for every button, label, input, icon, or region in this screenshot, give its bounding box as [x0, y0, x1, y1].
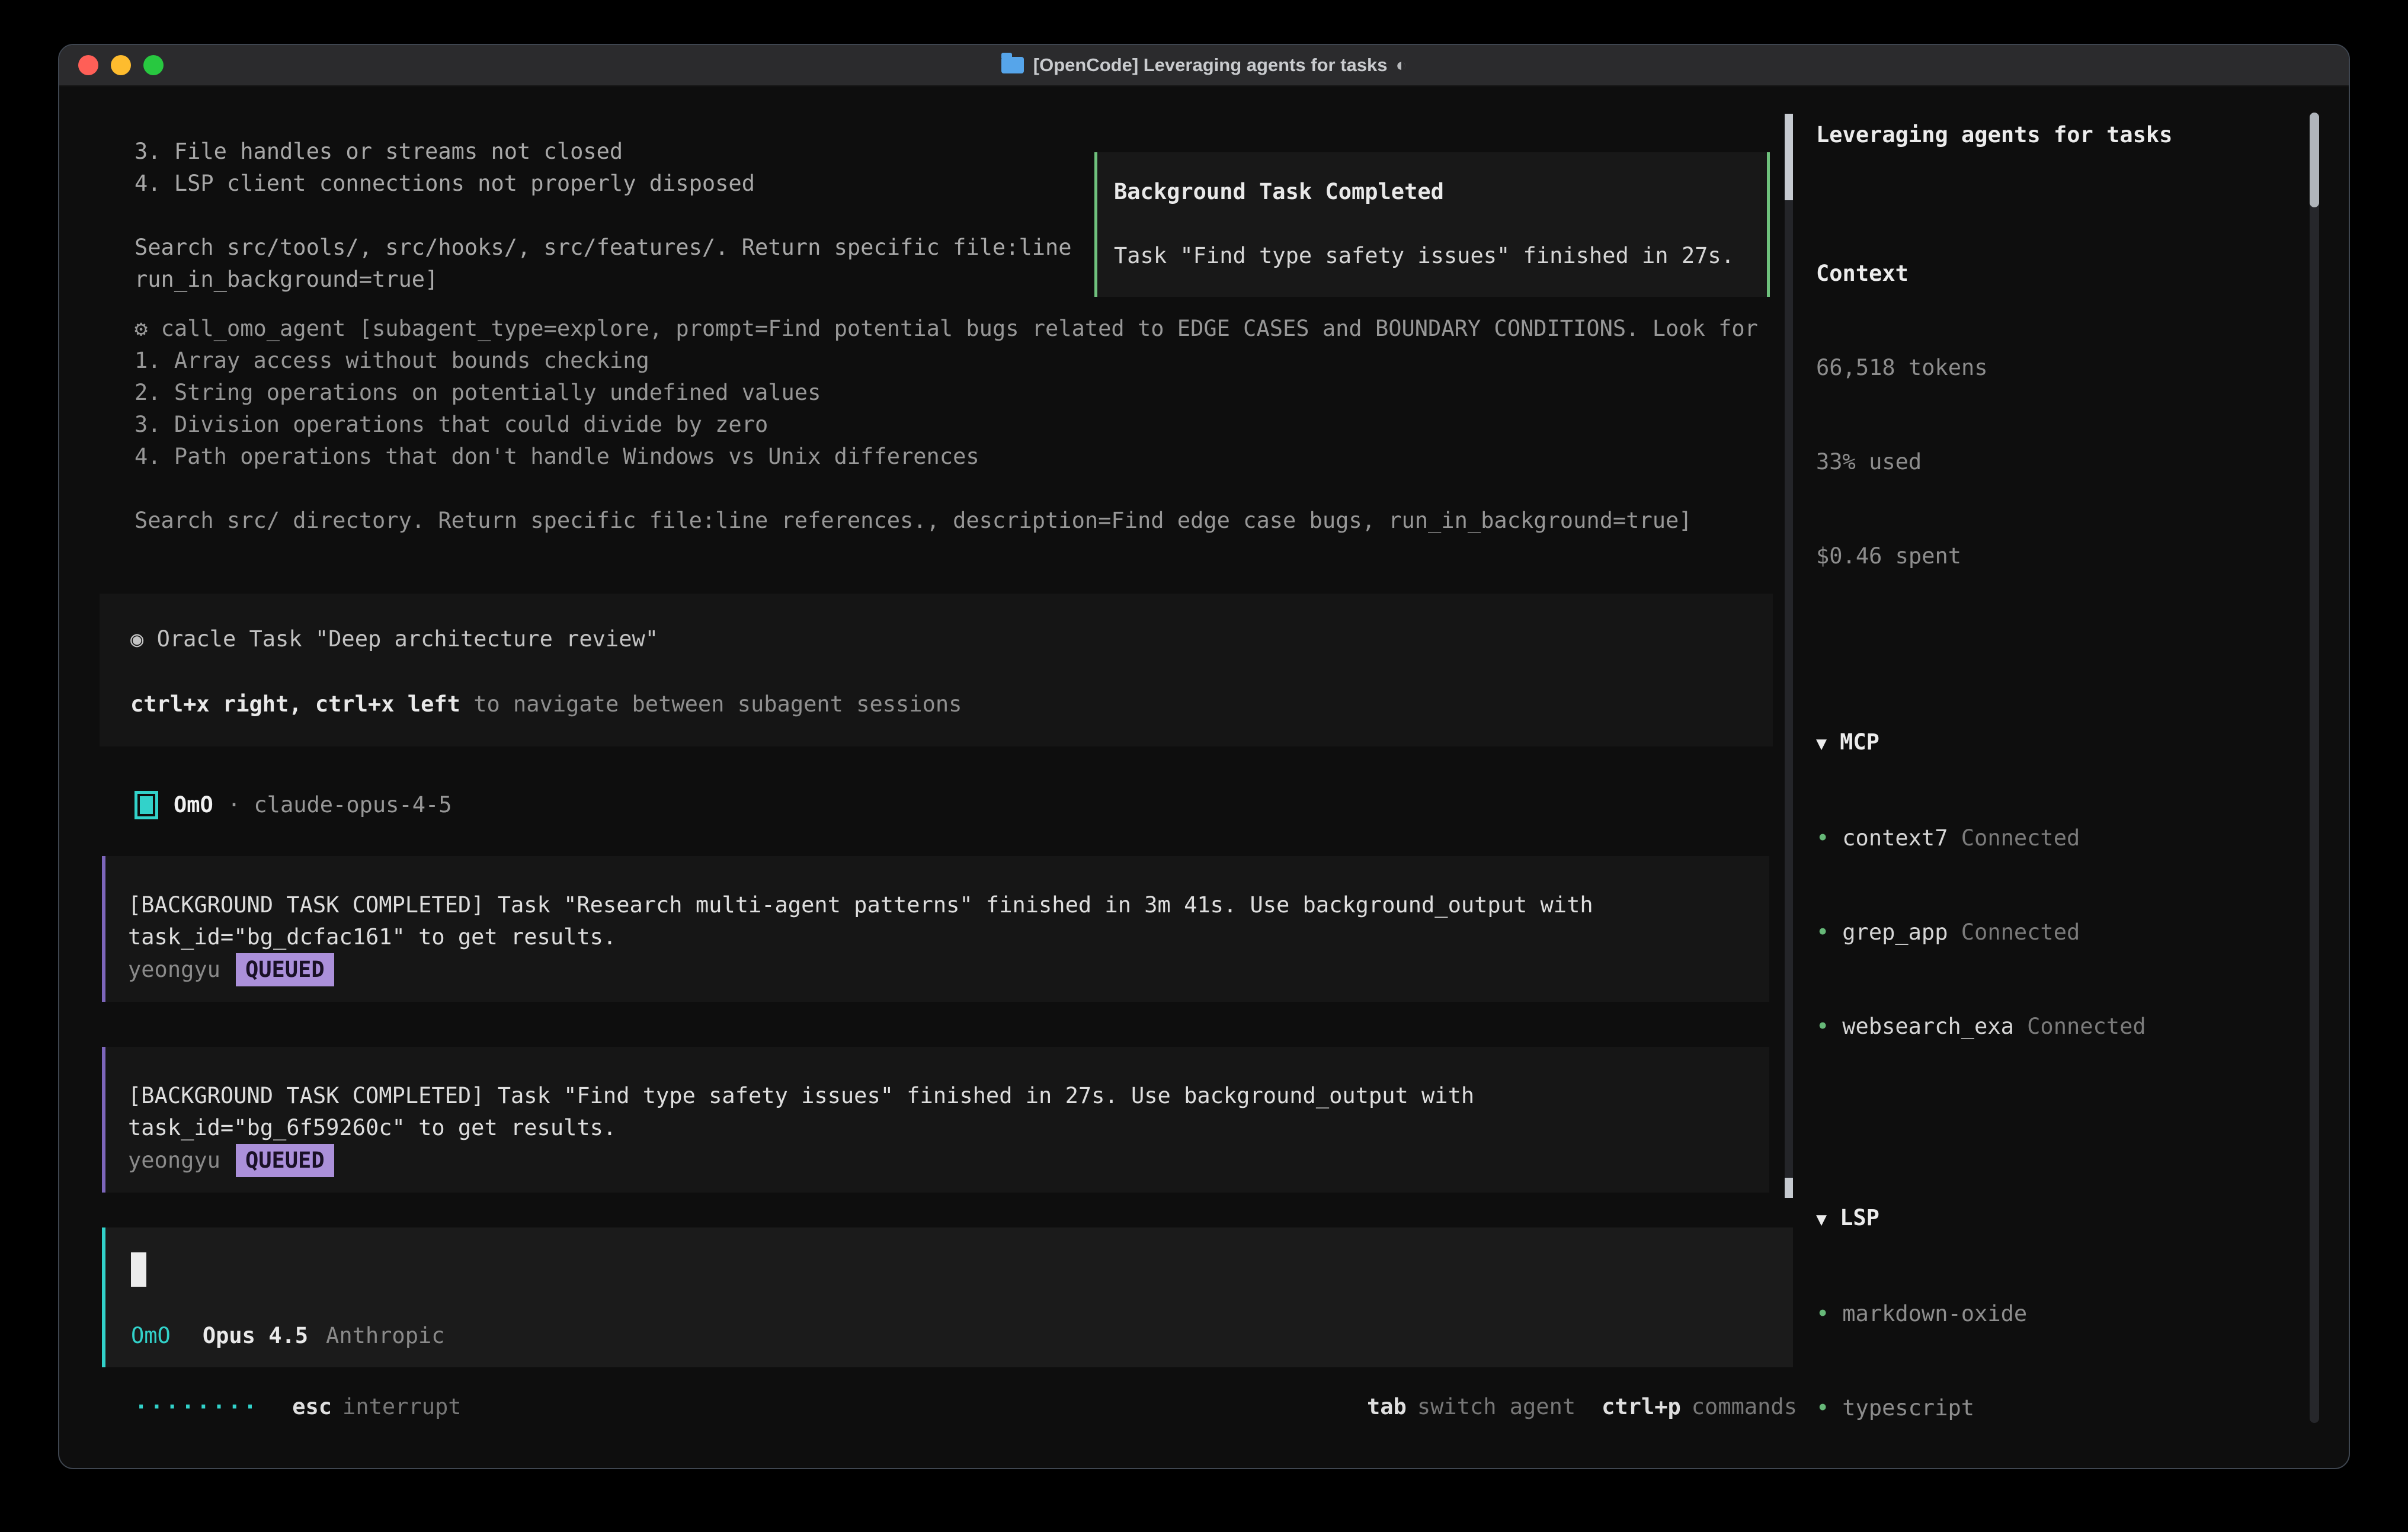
oracle-task-box[interactable]: ◉ Oracle Task "Deep architecture review"…: [100, 594, 1773, 746]
bullet-icon: •: [1816, 919, 1829, 945]
gear-icon: ⚙: [135, 316, 148, 341]
ctrlp-key-label: commands: [1692, 1391, 1797, 1423]
input-provider-name: Anthropic: [326, 1320, 444, 1352]
input-meta: OmO Opus 4.5 Anthropic: [131, 1320, 445, 1352]
call-omo-agent-block: ⚙ call_omo_agent [subagent_type=explore,…: [135, 313, 1794, 537]
text-cursor: [131, 1252, 146, 1287]
sidebar: Leveraging agents for tasks Context 66,5…: [1816, 114, 2321, 1469]
zoom-button[interactable]: [143, 55, 164, 75]
agent-name: OmO: [174, 789, 213, 821]
context-heading: Context: [1816, 258, 2321, 289]
context-used: 33% used: [1816, 446, 2321, 477]
esc-key-label: interrupt: [342, 1391, 461, 1423]
status-badge: QUEUED: [236, 1144, 334, 1177]
task-user: yeongyu: [128, 954, 220, 986]
task-message: [BACKGROUND TASK COMPLETED] Task "Resear…: [128, 889, 1734, 953]
lsp-section: ▼LSP •markdown-oxide •typescript •eslint: [1816, 1139, 2321, 1469]
mcp-item: •grep_app Connected: [1816, 916, 2321, 948]
traffic-lights: [78, 55, 164, 75]
mcp-section: ▼MCP •context7 Connected •grep_app Conne…: [1816, 664, 2321, 1105]
folder-icon: [1001, 57, 1024, 73]
toast-title: Background Task Completed: [1114, 176, 1767, 208]
context-section: Context 66,518 tokens 33% used $0.46 spe…: [1816, 195, 2321, 634]
status-bar: ········ esc interrupt tab switch agent …: [135, 1391, 1797, 1423]
fisheye-icon: ◉: [130, 626, 143, 652]
background-task-card[interactable]: [BACKGROUND TASK COMPLETED] Task "Resear…: [102, 856, 1769, 1002]
bullet-icon: •: [1816, 825, 1829, 851]
tab-key-hint[interactable]: tab: [1367, 1391, 1407, 1423]
task-message: [BACKGROUND TASK COMPLETED] Task "Find t…: [128, 1080, 1734, 1144]
agent-header: OmO · claude-opus-4-5: [135, 789, 452, 821]
lsp-item: •typescript: [1816, 1392, 2321, 1424]
bullet-icon: •: [1816, 1301, 1829, 1326]
context-tokens: 66,518 tokens: [1816, 352, 2321, 383]
oracle-task-title: ◉ Oracle Task "Deep architecture review": [130, 623, 1773, 655]
mcp-item: •context7 Connected: [1816, 822, 2321, 854]
input-agent-name: OmO: [131, 1320, 171, 1352]
spinner-dots-icon: ········: [135, 1391, 259, 1423]
toast-body: Task "Find type safety issues" finished …: [1114, 240, 1767, 272]
chevron-down-icon: ▼: [1816, 733, 1827, 754]
main-scrollbar-thumb[interactable]: [1785, 114, 1793, 200]
esc-key-hint[interactable]: esc: [292, 1391, 332, 1423]
call-omo-agent-text: call_omo_agent [subagent_type=explore, p…: [135, 316, 1758, 533]
close-button[interactable]: [78, 55, 98, 75]
background-task-card[interactable]: [BACKGROUND TASK COMPLETED] Task "Find t…: [102, 1047, 1769, 1193]
context-spent: $0.46 spent: [1816, 540, 2321, 572]
oracle-task-hint: ctrl+x right, ctrl+x left to navigate be…: [130, 688, 1773, 720]
status-badge: QUEUED: [236, 953, 334, 986]
lsp-item: •markdown-oxide: [1816, 1298, 2321, 1329]
agent-model: · claude-opus-4-5: [228, 789, 452, 821]
mcp-item: •websearch_exa Connected: [1816, 1011, 2321, 1042]
session-title: Leveraging agents for tasks: [1816, 114, 2321, 150]
terminal-window: [OpenCode] Leveraging agents for tasks ◐…: [58, 44, 2350, 1469]
main-scrollbar[interactable]: [1785, 114, 1793, 1198]
bullet-icon: •: [1816, 1395, 1829, 1421]
background-task-toast: Background Task Completed Task "Find typ…: [1094, 152, 1770, 297]
omo-agent-icon: [135, 791, 158, 819]
prompt-input[interactable]: OmO Opus 4.5 Anthropic: [102, 1227, 1793, 1367]
bullet-icon: •: [1816, 1014, 1829, 1039]
ctrlp-key-hint[interactable]: ctrl+p: [1602, 1391, 1681, 1423]
input-model-name: Opus 4.5: [203, 1320, 308, 1352]
task-user: yeongyu: [128, 1145, 220, 1177]
window-title: [OpenCode] Leveraging agents for tasks: [1033, 49, 1388, 81]
title-bar: [OpenCode] Leveraging agents for tasks ◐: [59, 45, 2349, 86]
lsp-heading[interactable]: ▼LSP: [1816, 1202, 2321, 1235]
mcp-heading[interactable]: ▼MCP: [1816, 726, 2321, 759]
chevron-down-icon: ▼: [1816, 1209, 1827, 1230]
tab-key-label: switch agent: [1417, 1391, 1576, 1423]
minimize-button[interactable]: [111, 55, 131, 75]
main-scrollbar-end[interactable]: [1785, 1178, 1793, 1198]
half-circle-icon: ◐: [1396, 49, 1407, 81]
